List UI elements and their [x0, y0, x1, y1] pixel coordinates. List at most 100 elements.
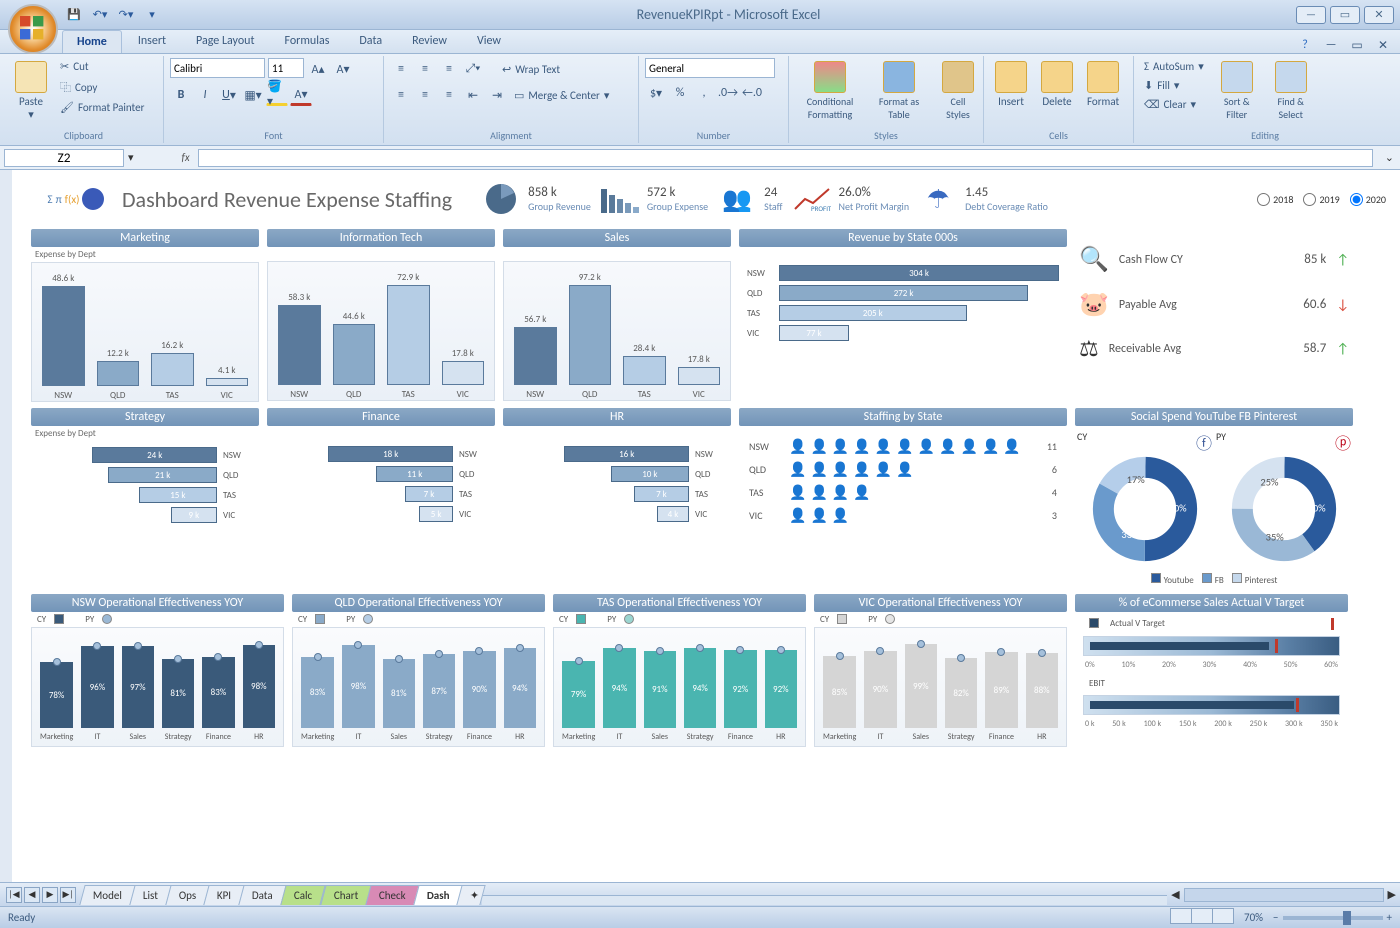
- underline-button[interactable]: U▾: [218, 84, 240, 106]
- bar: 58.3 kNSW: [278, 292, 321, 400]
- chart-vic-effectiveness: VIC Operational Effectiveness YOY CY PY …: [813, 593, 1068, 748]
- save-icon[interactable]: 💾: [65, 6, 83, 24]
- close-workbook-icon[interactable]: ✕: [1372, 34, 1394, 56]
- sheet-tab-data[interactable]: Data: [239, 885, 287, 905]
- last-sheet-button[interactable]: ▶|: [60, 887, 76, 903]
- office-button[interactable]: [8, 4, 58, 54]
- delete-cells-button[interactable]: Delete: [1036, 58, 1078, 111]
- svg-text:17%: 17%: [1126, 473, 1145, 486]
- increase-font-icon[interactable]: A▴: [307, 58, 329, 80]
- percent-icon[interactable]: %: [669, 82, 691, 104]
- copy-button[interactable]: ⿻Copy: [56, 77, 148, 97]
- fx-icon[interactable]: fx: [174, 151, 198, 164]
- align-right-icon[interactable]: ≡: [438, 84, 460, 106]
- hbar-row: 21 kQLD: [39, 467, 251, 483]
- undo-icon[interactable]: ↶▾: [91, 6, 109, 24]
- increase-decimal-icon[interactable]: .0→: [717, 82, 739, 104]
- sheet-tab-check[interactable]: Check: [365, 885, 419, 905]
- hscroll-left[interactable]: ◀: [1167, 888, 1183, 901]
- zoom-in-icon[interactable]: +: [1387, 911, 1392, 924]
- tab-review[interactable]: Review: [398, 30, 461, 53]
- decrease-font-icon[interactable]: A▾: [332, 58, 354, 80]
- align-bottom-icon[interactable]: ≡: [438, 58, 460, 80]
- expand-formula-bar-icon[interactable]: ⌄: [1379, 151, 1400, 164]
- tab-data[interactable]: Data: [345, 30, 396, 53]
- tab-home[interactable]: Home: [62, 30, 122, 53]
- orientation-icon[interactable]: ⤢▾: [462, 58, 484, 80]
- sort-filter-button[interactable]: Sort & Filter: [1212, 58, 1262, 124]
- align-middle-icon[interactable]: ≡: [414, 58, 436, 80]
- name-box-dropdown-icon[interactable]: ▾: [128, 151, 134, 164]
- number-format-select[interactable]: [645, 58, 775, 78]
- merge-center-button[interactable]: ▭Merge & Center▾: [510, 84, 613, 106]
- qat-customize-icon[interactable]: ▾: [143, 6, 161, 24]
- name-box[interactable]: [4, 149, 124, 167]
- hscroll-right[interactable]: ▶: [1384, 888, 1400, 901]
- format-as-table-button[interactable]: Format as Table: [869, 58, 929, 124]
- find-select-button[interactable]: Find & Select: [1266, 58, 1316, 124]
- help-icon[interactable]: ?: [1294, 34, 1316, 56]
- minimize-ribbon-icon[interactable]: —: [1320, 34, 1342, 56]
- align-left-icon[interactable]: ≡: [390, 84, 412, 106]
- italic-button[interactable]: I: [194, 84, 216, 106]
- zoom-out-icon[interactable]: −: [1273, 911, 1278, 924]
- sheet-tab-calc[interactable]: Calc: [281, 885, 327, 905]
- profit-icon: PROFIT: [793, 180, 831, 218]
- fill-color-button[interactable]: 🪣▾: [266, 84, 288, 106]
- clear-button[interactable]: ⌫Clear▾: [1140, 96, 1208, 113]
- conditional-formatting-button[interactable]: Conditional Formatting: [795, 58, 865, 124]
- horizontal-scrollbar[interactable]: [1184, 888, 1384, 902]
- view-buttons[interactable]: [1171, 908, 1234, 927]
- svg-text:40%: 40%: [1307, 502, 1326, 515]
- decrease-decimal-icon[interactable]: ←.0: [741, 82, 763, 104]
- person-icon: 👤: [896, 438, 913, 455]
- hbar-row: NSW304 k: [747, 265, 1059, 281]
- paste-button[interactable]: Paste▾: [10, 58, 52, 124]
- font-color-button[interactable]: A▾: [290, 84, 312, 106]
- cut-button[interactable]: ✂Cut: [56, 58, 148, 75]
- tab-formulas[interactable]: Formulas: [270, 30, 343, 53]
- increase-indent-icon[interactable]: ⇥: [486, 84, 508, 106]
- fill-button[interactable]: ⬇Fill▾: [1140, 77, 1208, 94]
- redo-icon[interactable]: ↷▾: [117, 6, 135, 24]
- decrease-indent-icon[interactable]: ⇤: [462, 84, 484, 106]
- radio-2019[interactable]: 2019: [1303, 193, 1339, 206]
- sheet-tab-model[interactable]: Model: [79, 885, 135, 905]
- align-center-icon[interactable]: ≡: [414, 84, 436, 106]
- format-cells-button[interactable]: Format: [1082, 58, 1124, 111]
- sheet-tab-chart[interactable]: Chart: [320, 885, 372, 905]
- worksheet-area[interactable]: Σπ f(x) Dashboard Revenue Expense Staffi…: [0, 170, 1400, 882]
- format-painter-button[interactable]: 🖌Format Painter: [56, 99, 148, 116]
- tab-view[interactable]: View: [463, 30, 515, 53]
- radio-2018[interactable]: 2018: [1257, 193, 1293, 206]
- autosum-button[interactable]: ΣAutoSum▾: [1140, 58, 1208, 75]
- bold-button[interactable]: B: [170, 84, 192, 106]
- close-button[interactable]: ✕: [1364, 6, 1394, 24]
- currency-icon[interactable]: $▾: [645, 82, 667, 104]
- tab-insert[interactable]: Insert: [124, 30, 180, 53]
- zoom-slider[interactable]: − +: [1273, 911, 1392, 924]
- prev-sheet-button[interactable]: ◀: [24, 887, 40, 903]
- wrap-text-button[interactable]: ↩Wrap Text: [498, 58, 564, 80]
- hbar-row: 11 kQLD: [275, 466, 487, 482]
- align-top-icon[interactable]: ≡: [390, 58, 412, 80]
- comma-icon[interactable]: ,: [693, 82, 715, 104]
- first-sheet-button[interactable]: |◀: [6, 887, 22, 903]
- minimize-button[interactable]: —: [1296, 6, 1326, 24]
- maximize-button[interactable]: ▭: [1330, 6, 1360, 24]
- next-sheet-button[interactable]: ▶: [42, 887, 58, 903]
- bar: 48.6 kNSW: [42, 273, 85, 401]
- tab-page-layout[interactable]: Page Layout: [182, 30, 268, 53]
- insert-cells-button[interactable]: Insert: [990, 58, 1032, 111]
- status-ready: Ready: [8, 911, 35, 924]
- people-icon: 👥: [718, 180, 756, 218]
- font-name-input[interactable]: [170, 58, 265, 78]
- radio-2020[interactable]: 2020: [1350, 193, 1386, 206]
- sheet-tab-dash[interactable]: Dash: [413, 885, 463, 905]
- cell-styles-button[interactable]: Cell Styles: [933, 58, 983, 124]
- border-button[interactable]: ▦▾: [242, 84, 264, 106]
- restore-window-icon[interactable]: ▭: [1346, 34, 1368, 56]
- formula-input[interactable]: [198, 149, 1373, 167]
- font-size-input[interactable]: [268, 58, 304, 78]
- person-icon: 👤: [789, 461, 806, 478]
